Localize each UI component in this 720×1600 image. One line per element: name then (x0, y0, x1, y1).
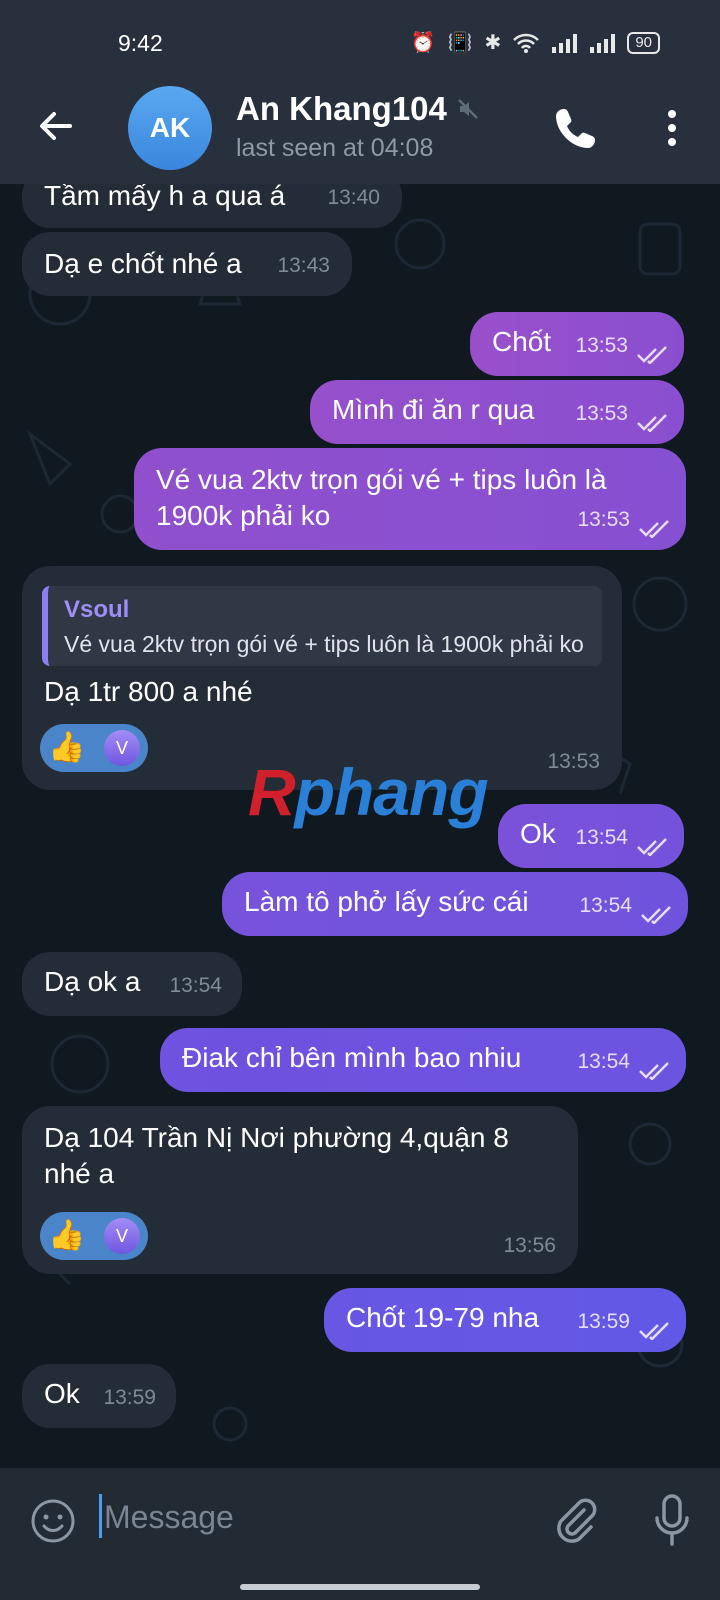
message-time: 13:54 (579, 894, 632, 917)
message-outgoing[interactable]: Chốt 13:53 (470, 312, 684, 376)
message-time: 13:56 (503, 1234, 556, 1257)
message-outgoing[interactable]: Vé vua 2ktv trọn gói vé + tips luôn là 1… (134, 448, 686, 550)
message-text: Chốt (492, 326, 552, 357)
message-list[interactable]: Tầm mấy h a qua á 13:40 Dạ e chốt nhé a … (0, 184, 720, 1468)
message-time: 13:53 (575, 402, 628, 425)
battery-indicator: 90 (627, 31, 660, 54)
more-options-icon[interactable] (662, 106, 682, 150)
message-text: Làm tô phở lấy sức cái (244, 886, 529, 917)
double-check-icon (639, 1322, 669, 1340)
double-check-icon (641, 906, 671, 924)
message-outgoing[interactable]: Ok 13:54 (498, 804, 684, 868)
message-time: 13:53 (575, 334, 628, 357)
double-check-icon (637, 346, 667, 364)
muted-icon (457, 99, 478, 119)
message-text: Ok (44, 1378, 80, 1409)
reply-text: Vé vua 2ktv trọn gói vé + tips luôn là 1… (64, 631, 584, 657)
message-time: 13:54 (575, 826, 628, 849)
microphone-icon[interactable] (652, 1492, 692, 1548)
message-outgoing[interactable]: Chốt 19-79 nha 13:59 (324, 1288, 686, 1352)
reply-author: Vsoul (64, 596, 130, 623)
double-check-icon (639, 1062, 669, 1080)
chat-header: AK An Khang104 last seen at 04:08 (0, 80, 720, 184)
message-time: 13:59 (103, 1386, 156, 1409)
message-incoming[interactable]: Dạ ok a 13:54 (22, 952, 242, 1016)
message-composer (0, 1468, 720, 1600)
reactor-avatar: V (104, 730, 140, 766)
back-arrow-icon[interactable] (34, 104, 78, 148)
message-outgoing[interactable]: Mình đi ăn r qua 13:53 (310, 380, 684, 444)
message-text: Tầm mấy h a qua á (44, 184, 286, 211)
double-check-icon (639, 520, 669, 538)
thumbs-up-icon: 👍 (48, 731, 86, 764)
vibrate-icon: 📳 (447, 32, 473, 54)
message-input[interactable] (102, 1488, 526, 1546)
bluetooth-icon: ✱ (484, 32, 502, 54)
status-time: 9:42 (118, 30, 163, 56)
message-time: 13:54 (577, 1050, 630, 1073)
status-icons: ⏰ 📳 ✱ 90 (411, 30, 660, 55)
reaction-chip[interactable]: 👍 V (40, 724, 148, 772)
watermark-logo: Rphang (248, 755, 489, 829)
contact-name: An Khang104 (236, 90, 447, 127)
alarm-icon: ⏰ (410, 32, 436, 54)
emoji-icon[interactable] (30, 1498, 76, 1544)
reaction-chip[interactable]: 👍 V (40, 1212, 148, 1260)
message-text: Ok (520, 818, 556, 849)
reply-preview[interactable]: Vsoul Vé vua 2ktv trọn gói vé + tips luô… (42, 586, 602, 666)
last-seen-status: last seen at 04:08 (236, 134, 434, 162)
message-text: Điak chỉ bên mình bao nhiu (182, 1042, 522, 1073)
message-time: 13:54 (169, 974, 222, 997)
message-time: 13:59 (577, 1310, 630, 1333)
message-outgoing[interactable]: Làm tô phở lấy sức cái 13:54 (222, 872, 688, 936)
double-check-icon (637, 838, 667, 856)
contact-avatar[interactable]: AK (128, 86, 212, 170)
status-bar: 9:42 ⏰ 📳 ✱ 90 (0, 0, 720, 80)
message-text: Dạ 1tr 800 a nhé (44, 676, 253, 707)
message-text: Dạ ok a (44, 966, 141, 997)
attach-icon[interactable] (552, 1496, 598, 1546)
message-text: Mình đi ăn r qua (332, 394, 535, 425)
message-time: 13:43 (277, 254, 330, 277)
message-text: Dạ e chốt nhé a (44, 248, 242, 279)
message-incoming[interactable]: Dạ e chốt nhé a 13:43 (22, 232, 352, 296)
signal-icon (552, 33, 578, 53)
phone-call-icon[interactable] (552, 104, 600, 152)
wifi-icon (513, 33, 540, 53)
home-indicator[interactable] (240, 1584, 480, 1590)
message-text: Dạ 104 Trần Nị Nơi phường 4,quận 8 nhé a (44, 1122, 509, 1189)
message-incoming[interactable]: Dạ 104 Trần Nị Nơi phường 4,quận 8 nhé a… (22, 1106, 578, 1274)
message-time: 13:40 (327, 186, 380, 209)
thumbs-up-icon: 👍 (48, 1219, 86, 1252)
message-text: Chốt 19-79 nha (346, 1302, 540, 1333)
signal-icon-2 (590, 33, 616, 53)
message-time: 13:53 (577, 508, 630, 531)
message-outgoing[interactable]: Điak chỉ bên mình bao nhiu 13:54 (160, 1028, 686, 1092)
message-incoming[interactable]: Tầm mấy h a qua á 13:40 (22, 184, 402, 228)
message-time: 13:53 (547, 750, 600, 773)
double-check-icon (637, 414, 667, 432)
reactor-avatar: V (104, 1218, 140, 1254)
message-incoming[interactable]: Ok 13:59 (22, 1364, 176, 1428)
contact-title[interactable]: An Khang104 (236, 90, 479, 128)
